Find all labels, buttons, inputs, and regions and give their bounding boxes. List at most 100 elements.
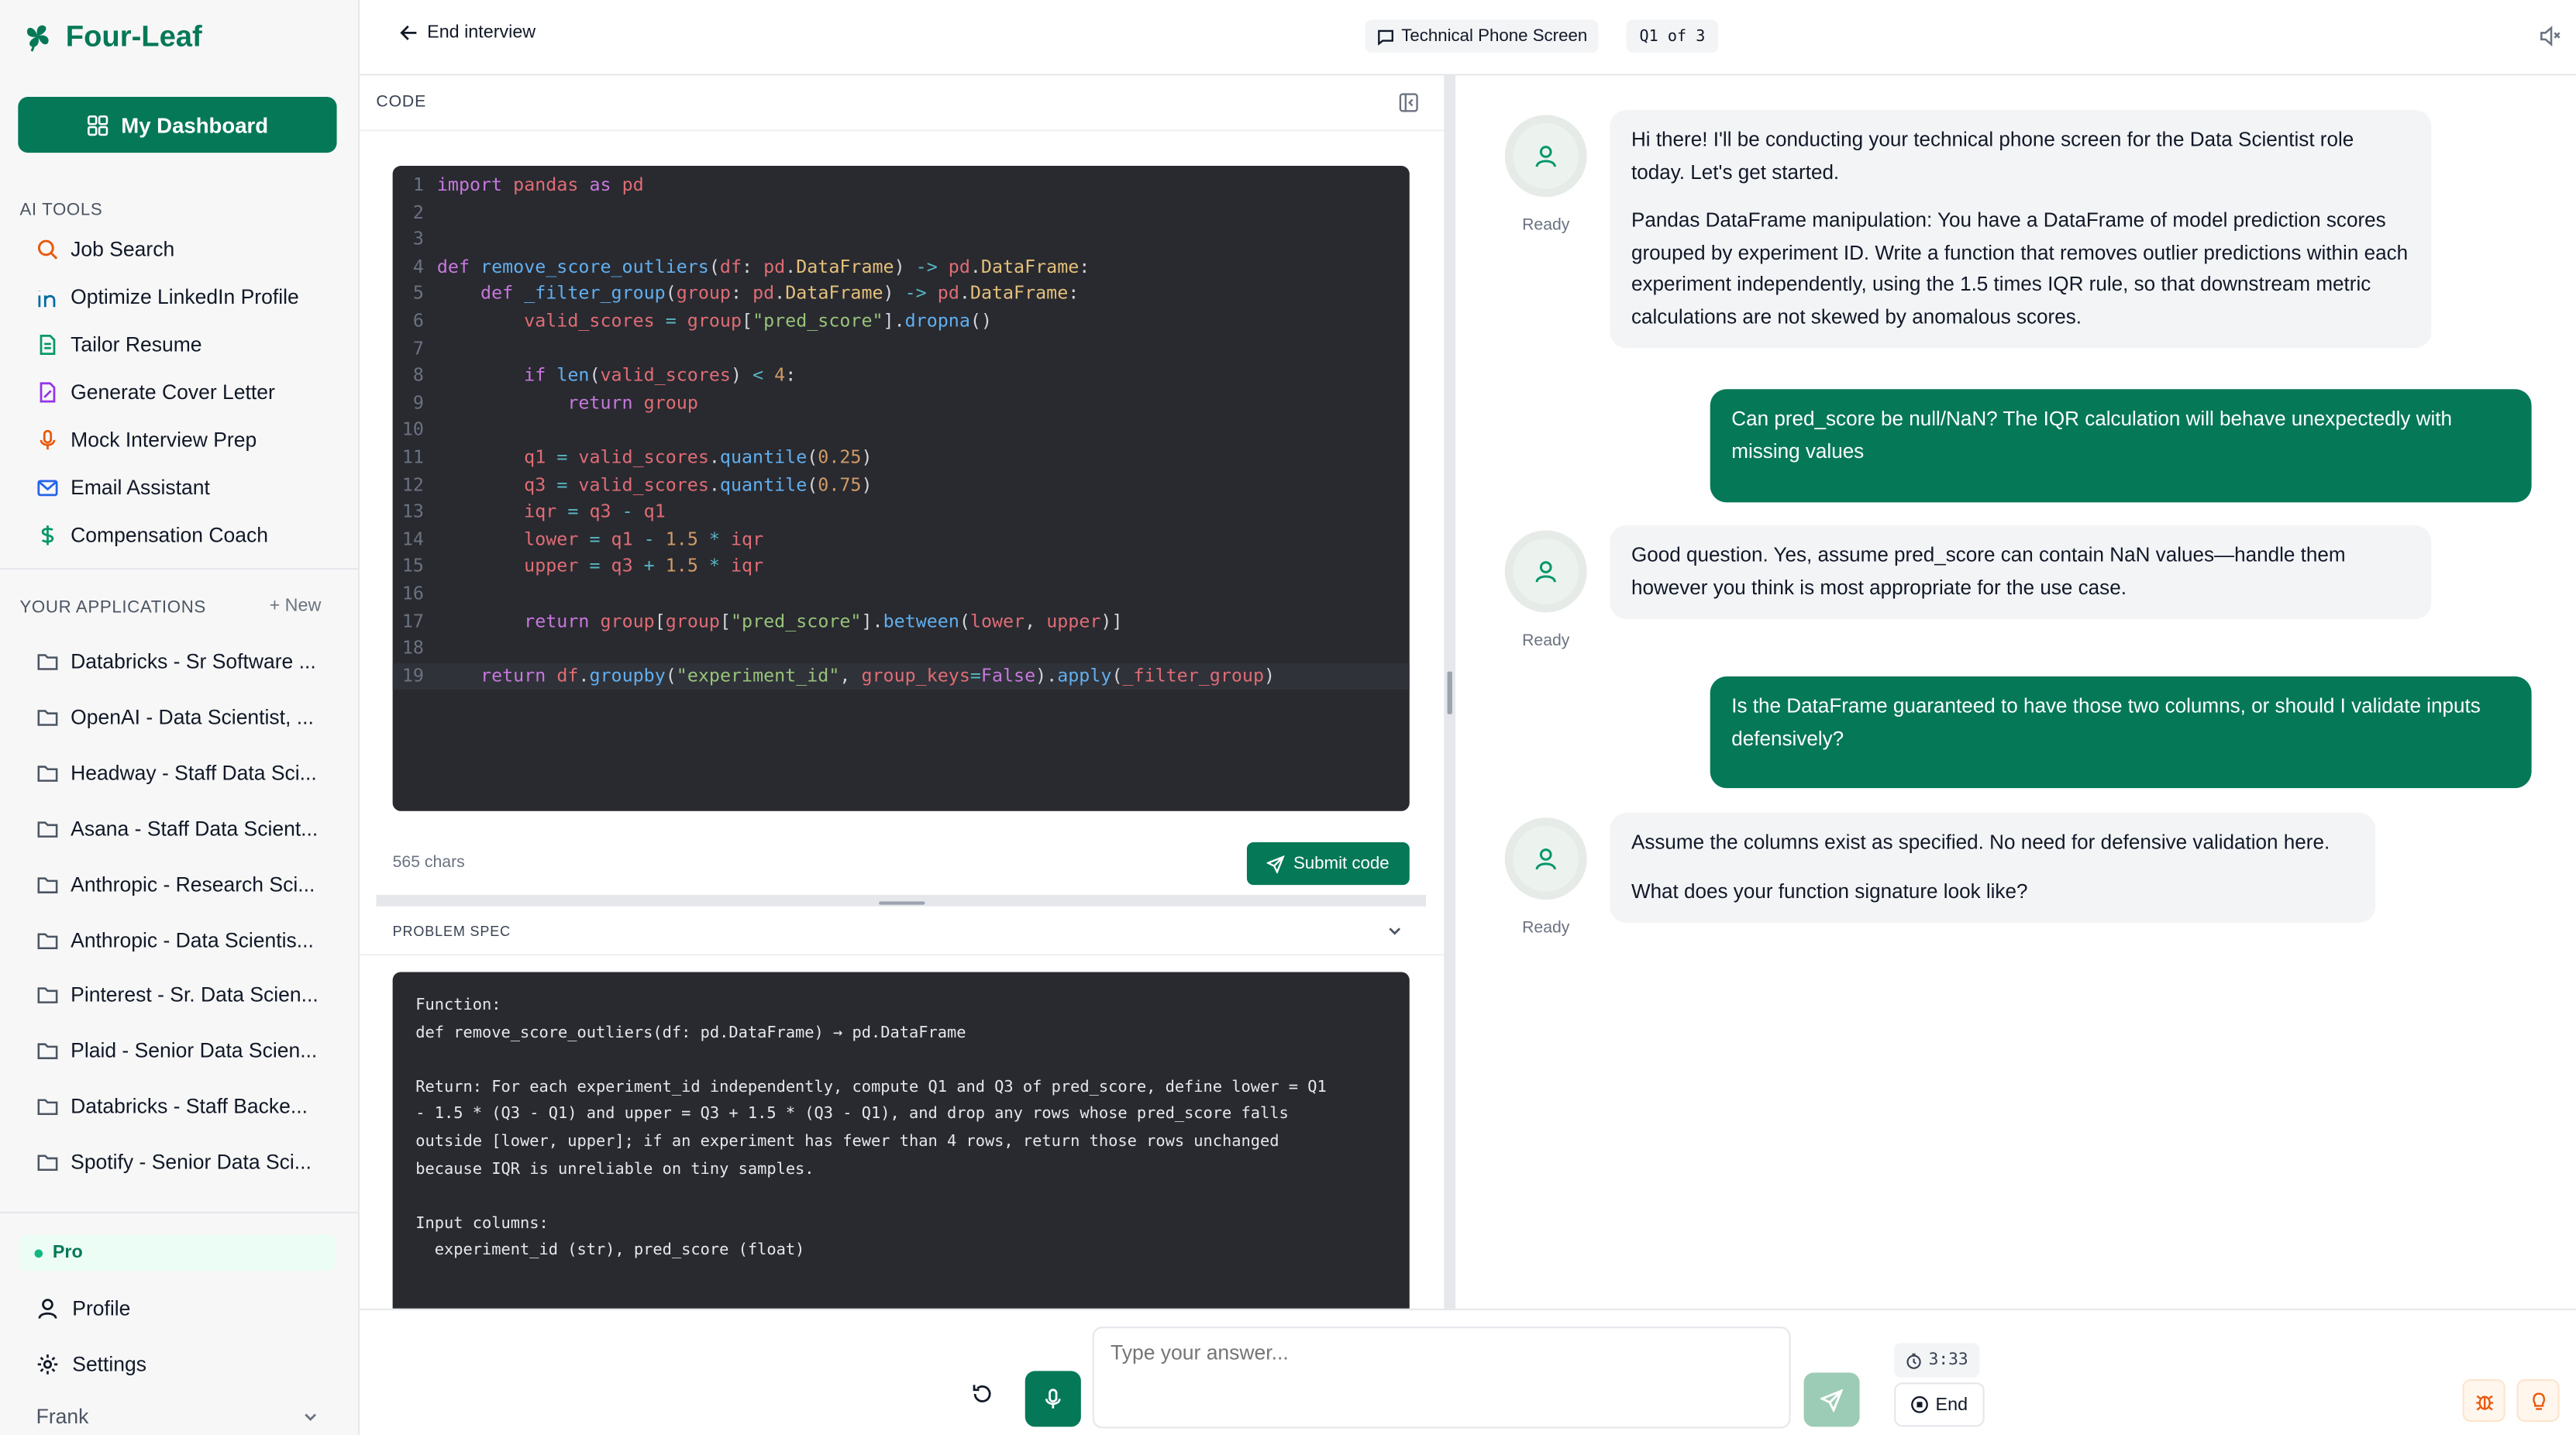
- chevron-down-icon[interactable]: [1386, 923, 1403, 939]
- end-interview-button[interactable]: End interview: [399, 23, 536, 43]
- answer-input[interactable]: [1110, 1341, 1768, 1364]
- microphone-icon: [1042, 1388, 1065, 1411]
- sidebar-item-compensation-coach[interactable]: Compensation Coach: [36, 519, 268, 552]
- code-line[interactable]: 2: [393, 200, 1410, 227]
- code-line-text[interactable]: upper = q3 + 1.5 * iqr: [437, 554, 763, 581]
- code-line-text[interactable]: iqr = q3 - q1: [437, 500, 666, 527]
- interviewer-message: Good question. Yes, assume pred_score ca…: [1610, 525, 2432, 619]
- line-number: 4: [412, 256, 424, 277]
- composer-bar: 3:33 End: [360, 1308, 2576, 1435]
- hint-button[interactable]: [2516, 1378, 2560, 1423]
- sidebar-item-application[interactable]: OpenAI - Data Scientist, ...: [36, 701, 314, 734]
- sidebar-divider: [0, 1211, 360, 1213]
- code-line-text[interactable]: return group: [437, 391, 698, 418]
- my-dashboard-button[interactable]: My Dashboard: [18, 97, 337, 153]
- collapse-panel-icon[interactable]: [1398, 92, 1420, 114]
- brand-logo[interactable]: Four-Leaf: [19, 15, 202, 57]
- code-line-text[interactable]: return group[group["pred_score"].between…: [437, 608, 1122, 635]
- sidebar-item-application[interactable]: Headway - Staff Data Sci...: [36, 757, 317, 790]
- code-line-text[interactable]: import pandas as pd: [437, 172, 644, 199]
- sidebar-item-label: Mock Interview Prep: [71, 428, 257, 452]
- code-line-text[interactable]: lower = q1 - 1.5 * iqr: [437, 527, 763, 554]
- code-line[interactable]: 8 if len(valid_scores) < 4:: [393, 363, 1410, 391]
- reset-icon[interactable]: [971, 1382, 994, 1406]
- code-line[interactable]: 10: [393, 418, 1410, 445]
- microphone-button[interactable]: [1025, 1371, 1081, 1427]
- document-icon: [36, 333, 60, 356]
- sidebar-item-application[interactable]: Spotify - Senior Data Sci...: [36, 1146, 312, 1179]
- chat-bubble-icon: [1376, 27, 1394, 45]
- code-line[interactable]: 16: [393, 581, 1410, 608]
- message-text: Assume the columns exist as specified. N…: [1631, 831, 2330, 854]
- code-line[interactable]: 3: [393, 227, 1410, 254]
- end-label: End: [1935, 1395, 1968, 1415]
- sidebar-item-mock-interview[interactable]: Mock Interview Prep: [36, 424, 257, 456]
- folder-icon: [36, 929, 60, 952]
- sidebar-item-optimize-linkedin[interactable]: Optimize LinkedIn Profile: [36, 280, 299, 313]
- code-editor[interactable]: 1 import pandas as pd 2 3 4 def remove_score_…: [392, 166, 1410, 811]
- code-line[interactable]: 18: [393, 635, 1410, 662]
- code-line-text[interactable]: def remove_score_outliers(df: pd.DataFra…: [437, 254, 1090, 281]
- sidebar-item-application[interactable]: Anthropic - Research Sci...: [36, 869, 315, 901]
- answer-box[interactable]: [1092, 1327, 1791, 1429]
- sidebar-item-application[interactable]: Anthropic - Data Scientis...: [36, 924, 314, 957]
- new-application-button[interactable]: + New: [270, 596, 322, 615]
- code-line[interactable]: 14 lower = q1 - 1.5 * iqr: [393, 527, 1410, 554]
- code-line[interactable]: 5 def _filter_group(group: pd.DataFrame)…: [393, 281, 1410, 308]
- splitter-grip-icon[interactable]: [879, 901, 925, 905]
- pane-grip-icon[interactable]: [1447, 671, 1452, 714]
- sidebar-item-application[interactable]: Asana - Staff Data Scient...: [36, 813, 319, 845]
- mail-icon: [36, 477, 60, 500]
- code-line-text[interactable]: q3 = valid_scores.quantile(0.75): [437, 472, 872, 499]
- sidebar-item-email-assistant[interactable]: Email Assistant: [36, 471, 210, 504]
- code-line[interactable]: 1 import pandas as pd: [393, 172, 1410, 199]
- sidebar-item-label: Profile: [72, 1297, 131, 1320]
- code-line[interactable]: 19 return df.groupby("experiment_id", gr…: [392, 662, 1410, 690]
- line-number: 2: [412, 201, 424, 223]
- submit-code-button[interactable]: Submit code: [1246, 842, 1410, 886]
- brand-name: Four-Leaf: [65, 19, 202, 52]
- volume-mute-icon[interactable]: [2538, 25, 2561, 48]
- end-button[interactable]: End: [1894, 1382, 1985, 1427]
- code-line[interactable]: 15 upper = q3 + 1.5 * iqr: [393, 554, 1410, 581]
- gear-icon: [36, 1353, 60, 1376]
- top-bar: End interview Technical Phone Screen Q1 …: [360, 0, 2576, 76]
- sidebar-item-cover-letter[interactable]: Generate Cover Letter: [36, 376, 275, 408]
- code-line[interactable]: 4 def remove_score_outliers(df: pd.DataFr…: [393, 254, 1410, 281]
- sidebar-item-application[interactable]: Databricks - Staff Backe...: [36, 1090, 308, 1123]
- application-label: Pinterest - Sr. Data Scien...: [71, 983, 319, 1007]
- send-button[interactable]: [1803, 1372, 1860, 1427]
- code-line-text[interactable]: return df.groupby("experiment_id", group…: [437, 663, 1275, 690]
- sidebar-item-tailor-resume[interactable]: Tailor Resume: [36, 329, 202, 361]
- user-icon: [1533, 558, 1559, 584]
- code-line-text[interactable]: valid_scores = group["pred_score"].dropn…: [437, 308, 992, 336]
- sidebar-item-profile[interactable]: Profile: [36, 1292, 131, 1325]
- report-bug-button[interactable]: [2462, 1378, 2505, 1423]
- code-line[interactable]: 7: [393, 336, 1410, 363]
- code-line[interactable]: 9 return group: [393, 391, 1410, 418]
- problem-spec-header[interactable]: PROBLEM SPEC: [360, 907, 1445, 956]
- application-label: Databricks - Sr Software ...: [71, 650, 316, 673]
- line-number: 3: [412, 228, 424, 250]
- line-number: 19: [401, 664, 424, 687]
- sidebar-item-application[interactable]: Databricks - Sr Software ...: [36, 645, 316, 678]
- sidebar-item-settings[interactable]: Settings: [36, 1348, 146, 1381]
- stopwatch-icon: [1906, 1352, 1922, 1368]
- sidebar-item-application[interactable]: Pinterest - Sr. Data Scien...: [36, 979, 319, 1011]
- code-line-text[interactable]: def _filter_group(group: pd.DataFrame) -…: [437, 281, 1079, 308]
- code-line[interactable]: 17 return group[group["pred_score"].betw…: [393, 608, 1410, 635]
- sidebar-item-job-search[interactable]: Job Search: [36, 233, 175, 266]
- arrow-left-icon: [399, 23, 418, 43]
- sidebar-item-label: Job Search: [71, 238, 175, 261]
- sidebar-item-application[interactable]: Plaid - Senior Data Scien...: [36, 1034, 318, 1067]
- code-line[interactable]: 13 iqr = q3 - q1: [393, 500, 1410, 527]
- code-line-text[interactable]: if len(valid_scores) < 4:: [437, 363, 796, 391]
- line-number: 8: [412, 364, 424, 387]
- code-line[interactable]: 11 q1 = valid_scores.quantile(0.25): [393, 445, 1410, 472]
- code-line[interactable]: 6 valid_scores = group["pred_score"].dro…: [393, 308, 1410, 336]
- code-line[interactable]: 12 q3 = valid_scores.quantile(0.75): [393, 472, 1410, 499]
- user-menu[interactable]: Frank: [36, 1406, 319, 1429]
- code-line-text[interactable]: q1 = valid_scores.quantile(0.25): [437, 445, 872, 472]
- line-number: 6: [412, 310, 424, 332]
- line-number: 12: [401, 473, 424, 496]
